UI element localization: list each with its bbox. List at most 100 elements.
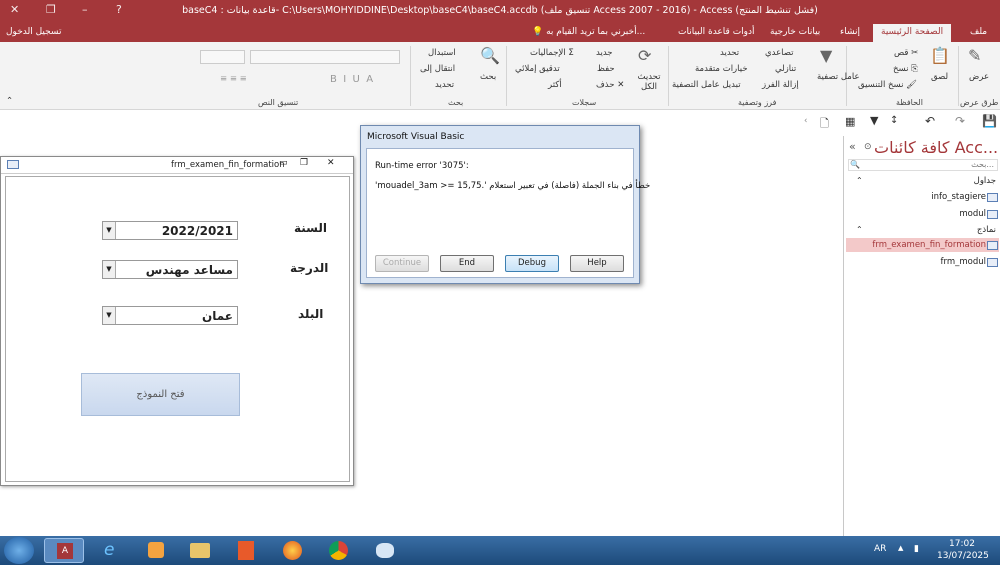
find-group-label: بحث	[448, 98, 464, 107]
copy-button[interactable]: نسخ ⎘	[893, 64, 918, 74]
find-button[interactable]: بحث	[480, 72, 496, 82]
totals-button[interactable]: الإجماليات Σ	[530, 48, 574, 58]
chrome-logo-icon	[329, 541, 348, 560]
sort-ascending-button[interactable]: تصاعدي	[765, 48, 794, 58]
minimize-window-icon[interactable]: –	[82, 3, 88, 16]
nav-form-frm-examen[interactable]: frm_examen_fin_formation	[872, 240, 986, 250]
refresh-all-icon[interactable]: ⟳	[638, 46, 651, 65]
continue-button[interactable]: Continue	[375, 255, 429, 272]
nav-menu-icon[interactable]: ⊙	[864, 142, 872, 152]
redo-icon[interactable]: ↷	[955, 114, 965, 128]
paint-taskbar-icon[interactable]	[364, 538, 404, 563]
forms-collapse-icon[interactable]: ⌃	[856, 225, 863, 234]
tab-external-data[interactable]: بيانات خارجية	[770, 27, 820, 37]
font-name-box[interactable]	[250, 50, 400, 64]
nav-table-info-stagiere[interactable]: info_stagiere	[931, 192, 986, 202]
advanced-filter-button[interactable]: خيارات متقدمة	[695, 64, 748, 74]
clock-date[interactable]: 13/07/2025	[937, 551, 989, 561]
clock-time[interactable]: 17:02	[949, 539, 975, 549]
refresh-all-button[interactable]: تحديث الكل	[634, 72, 664, 92]
taskbar: A e AR ▲ ▮ 17:02 13/07/2025	[0, 536, 1000, 565]
year-combo[interactable]: ▼ 2022/2021	[102, 221, 238, 240]
language-indicator[interactable]: AR	[874, 544, 886, 554]
cut-button[interactable]: قص ✂	[894, 48, 918, 58]
spelling-button[interactable]: تدقيق إملائي	[515, 64, 560, 74]
find-icon[interactable]: 🔍	[480, 46, 500, 65]
clipboard-group-label: الحافظة	[896, 98, 923, 107]
undo-icon[interactable]: ↶	[925, 114, 935, 128]
media-player-taskbar-icon[interactable]	[136, 538, 176, 563]
more-button[interactable]: أكثر	[548, 80, 562, 90]
replace-button[interactable]: استبدال	[428, 48, 456, 58]
view-button[interactable]: عرض	[969, 72, 989, 82]
goto-button[interactable]: انتقال إلى	[420, 64, 455, 74]
app-taskbar-icon[interactable]	[226, 538, 266, 563]
collapse-ribbon-icon[interactable]: ⌃	[6, 96, 13, 106]
tables-header[interactable]: جداول	[974, 176, 996, 186]
end-button[interactable]: End	[440, 255, 494, 272]
form-restore-icon[interactable]: ❐	[300, 158, 308, 168]
filter-icon[interactable]: ▼	[820, 46, 832, 65]
save-quick-icon[interactable]: 💾	[982, 114, 997, 128]
chevron-down-icon[interactable]: ▼	[103, 307, 116, 324]
align-buttons[interactable]: ≡ ≡ ≡	[220, 74, 247, 84]
nav-table-modul[interactable]: modul	[959, 209, 986, 219]
open-form-button[interactable]: فتح النموذج	[81, 373, 240, 416]
new-record-button[interactable]: جديد	[596, 48, 613, 58]
explorer-taskbar-icon[interactable]	[180, 538, 220, 563]
title-bar: ✕ ❐ – ? baseC4 : قاعدة بيانات- C:\Users\…	[0, 0, 1000, 24]
collapse-nav-icon[interactable]: «	[849, 140, 856, 153]
tab-file[interactable]: ملف	[970, 27, 987, 37]
font-size-box[interactable]	[200, 50, 245, 64]
firefox-taskbar-icon[interactable]	[272, 538, 312, 563]
ribbon: ✎ عرض طرق عرض 📋 لصق قص ✂ نسخ ⎘ نسخ التنس…	[0, 42, 1000, 110]
selection-button[interactable]: تحديد	[720, 48, 739, 58]
city-combo[interactable]: ▼ عمان	[102, 306, 238, 325]
format-painter-button[interactable]: نسخ التنسيق 🖌	[858, 80, 917, 90]
filter-quick-icon[interactable]: ▼	[870, 114, 878, 127]
forms-header[interactable]: نماذج	[977, 225, 996, 235]
close-window-icon[interactable]: ✕	[10, 3, 19, 16]
ie-taskbar-icon[interactable]: e	[92, 538, 132, 563]
sort-descending-button[interactable]: تنازلي	[775, 64, 796, 74]
nav-search-input[interactable]: 🔍 بحث...	[848, 159, 998, 171]
bold-button[interactable]: B I U A	[330, 74, 373, 85]
remove-sort-button[interactable]: إزالة الفرز	[762, 80, 799, 90]
nav-back-icon[interactable]: ‹	[804, 116, 807, 126]
help-icon[interactable]: ?	[116, 3, 122, 16]
tab-create[interactable]: إنشاء	[840, 27, 860, 37]
form-view-icon[interactable]: ▦	[845, 115, 855, 128]
access-taskbar-icon[interactable]: A	[44, 538, 84, 563]
save-record-button[interactable]: حفظ	[597, 64, 615, 74]
view-icon[interactable]: ✎	[968, 46, 981, 65]
network-icon[interactable]: ▮	[914, 544, 919, 554]
sort-quick-icon[interactable]: ↕	[890, 115, 898, 126]
new-doc-icon[interactable]: 🗋	[820, 115, 829, 134]
tables-collapse-icon[interactable]: ⌃	[856, 176, 863, 185]
chevron-down-icon[interactable]: ▼	[103, 261, 116, 278]
delete-record-button[interactable]: حذف ✕	[596, 80, 624, 90]
nav-form-frm-modul[interactable]: frm_modul	[941, 257, 987, 267]
filter-button[interactable]: عامل تصفية	[817, 72, 860, 82]
toggle-filter-button[interactable]: تبديل عامل التصفية	[672, 80, 741, 90]
table-icon	[987, 210, 998, 219]
paste-icon[interactable]: 📋	[930, 46, 950, 65]
form-minimize-icon[interactable]: ▭	[279, 158, 288, 168]
chrome-taskbar-icon[interactable]	[318, 538, 358, 563]
delete-label: حذف	[596, 80, 615, 90]
select-button[interactable]: تحديد	[435, 80, 454, 90]
tab-home[interactable]: الصفحة الرئيسية	[873, 24, 952, 42]
restore-window-icon[interactable]: ❐	[46, 3, 56, 16]
debug-button[interactable]: Debug	[505, 255, 559, 272]
help-button[interactable]: Help	[570, 255, 624, 272]
signin-link[interactable]: تسجيل الدخول	[6, 27, 61, 37]
start-button-icon[interactable]	[4, 537, 34, 564]
tell-me-box[interactable]: 💡 أخبرني بما تريد القيام به...	[532, 27, 645, 37]
tab-database-tools[interactable]: أدوات قاعدة البيانات	[678, 27, 755, 37]
grade-combo[interactable]: ▼ مساعد مهندس	[102, 260, 238, 279]
nav-title[interactable]: كافة كائنات Acc...	[874, 138, 998, 157]
tray-arrow-icon[interactable]: ▲	[898, 544, 903, 552]
paste-button[interactable]: لصق	[931, 72, 948, 82]
chevron-down-icon[interactable]: ▼	[103, 222, 116, 239]
form-close-icon[interactable]: ✕	[327, 158, 335, 168]
